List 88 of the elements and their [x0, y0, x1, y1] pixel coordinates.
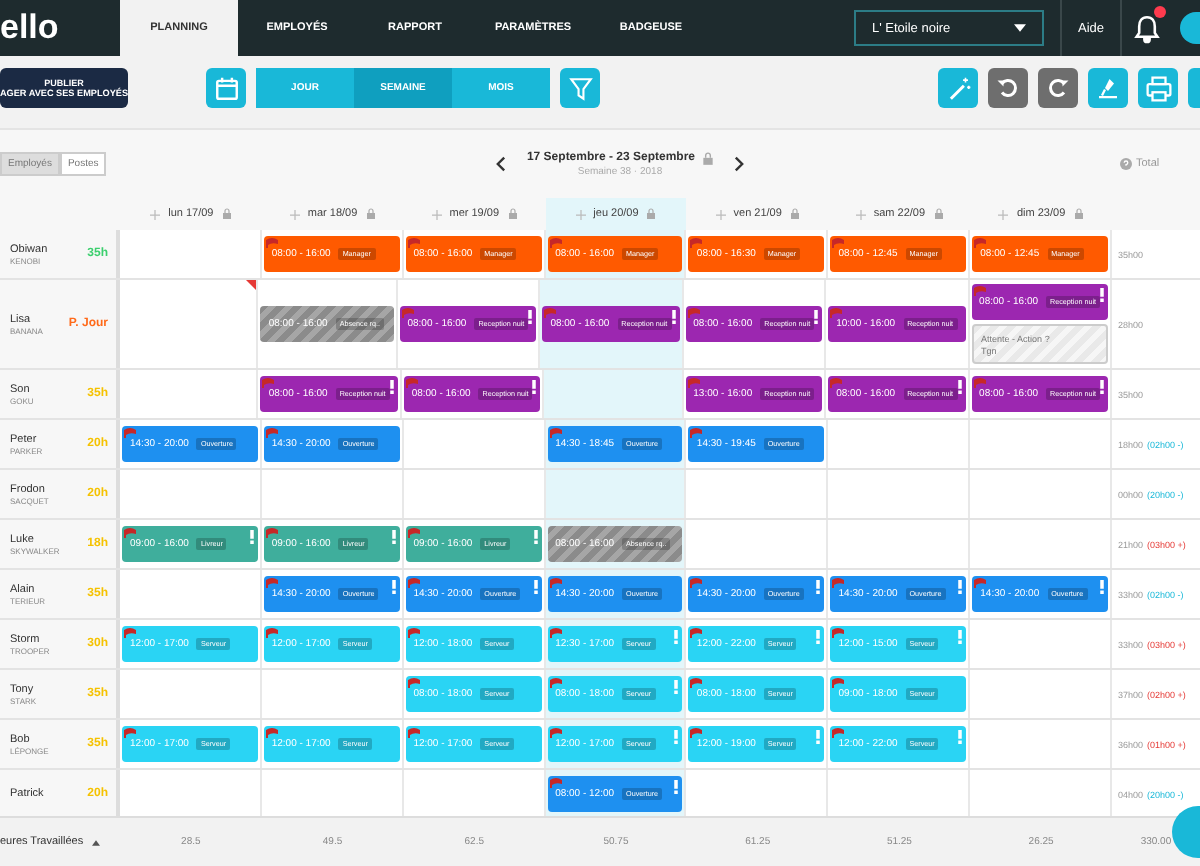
print-icon [1145, 75, 1171, 101]
redo-button[interactable] [1038, 68, 1078, 108]
flag-icon [832, 728, 845, 738]
flag-icon [407, 628, 420, 638]
flag-icon [407, 728, 420, 738]
flag-icon [265, 628, 278, 638]
flag-icon [407, 528, 420, 538]
add-icon[interactable] [431, 209, 442, 219]
flag-icon [405, 378, 418, 388]
flag-icon [124, 728, 136, 738]
filter-button[interactable] [560, 68, 600, 108]
comment-marker [246, 280, 257, 290]
flag-icon [690, 628, 703, 638]
flag-icon [974, 238, 987, 248]
lock-icon[interactable] [365, 208, 376, 220]
flag-icon [549, 628, 562, 638]
add-icon[interactable] [575, 209, 586, 219]
lock-icon[interactable] [646, 208, 657, 220]
flag-icon [690, 238, 703, 248]
previous-week-icon[interactable] [496, 156, 507, 172]
flag-icon [832, 578, 845, 588]
flag-icon [124, 428, 136, 438]
flag-icon [687, 308, 700, 318]
flag-icon [690, 428, 703, 438]
print-button[interactable] [1138, 68, 1178, 108]
flag-icon [124, 528, 136, 538]
flag-icon [265, 428, 278, 438]
notification-badge [1154, 6, 1166, 18]
calendar-button[interactable] [206, 68, 246, 108]
redo-icon [1046, 76, 1070, 100]
flag-icon [262, 378, 275, 388]
logo: ello [0, 6, 61, 50]
flag-icon [690, 678, 703, 688]
sort-icon[interactable] [91, 839, 100, 845]
flag-icon [832, 628, 845, 638]
calendar-icon [213, 75, 239, 101]
flag-icon [265, 728, 278, 738]
flag-icon [407, 578, 420, 588]
lock-icon[interactable] [701, 151, 714, 165]
add-icon[interactable] [998, 209, 1009, 219]
flag-icon [973, 378, 986, 388]
lock-icon[interactable] [933, 208, 944, 220]
flag-icon [549, 428, 562, 438]
flag-icon [973, 286, 986, 296]
add-icon[interactable] [150, 209, 161, 219]
flag-icon [544, 308, 557, 318]
schedule-cell[interactable] [545, 470, 687, 518]
avatar[interactable] [1180, 12, 1200, 44]
flag-icon [124, 628, 136, 638]
flag-icon [832, 238, 845, 248]
brush-button[interactable] [1088, 68, 1128, 108]
lock-icon[interactable] [789, 208, 800, 220]
magic-wand-button[interactable] [938, 68, 978, 108]
notification-bell-icon[interactable] [1134, 13, 1160, 43]
lock-icon[interactable] [221, 208, 232, 220]
flag-icon [690, 578, 703, 588]
filter-icon [567, 75, 593, 101]
add-icon[interactable] [715, 209, 726, 219]
flag-icon [265, 238, 278, 248]
magic-wand-icon [945, 75, 971, 101]
lock-icon[interactable] [1073, 208, 1084, 220]
lock-icon[interactable] [507, 208, 518, 220]
flag-icon [549, 238, 562, 248]
flag-icon [401, 308, 414, 318]
flag-icon [832, 678, 845, 688]
flag-icon [687, 378, 700, 388]
flag-icon [830, 378, 843, 388]
flag-icon [265, 528, 278, 538]
flag-icon [549, 578, 562, 588]
flag-icon [830, 308, 843, 318]
undo-icon [996, 76, 1020, 100]
undo-button[interactable] [988, 68, 1028, 108]
flag-icon [549, 778, 562, 788]
flag-icon [690, 728, 703, 738]
flag-icon [549, 728, 562, 738]
flag-icon [549, 678, 562, 688]
flag-icon [407, 238, 420, 248]
caret-icon [1013, 24, 1026, 32]
add-icon[interactable] [855, 209, 866, 219]
flag-icon [407, 678, 420, 688]
next-week-icon[interactable] [733, 156, 744, 172]
flag-icon [265, 578, 278, 588]
add-icon[interactable] [289, 209, 300, 219]
brush-icon [1096, 76, 1120, 100]
flag-icon [974, 578, 987, 588]
toolbar-button[interactable] [1188, 68, 1200, 108]
schedule-cell[interactable] [544, 370, 684, 418]
help-icon[interactable] [1120, 158, 1132, 170]
